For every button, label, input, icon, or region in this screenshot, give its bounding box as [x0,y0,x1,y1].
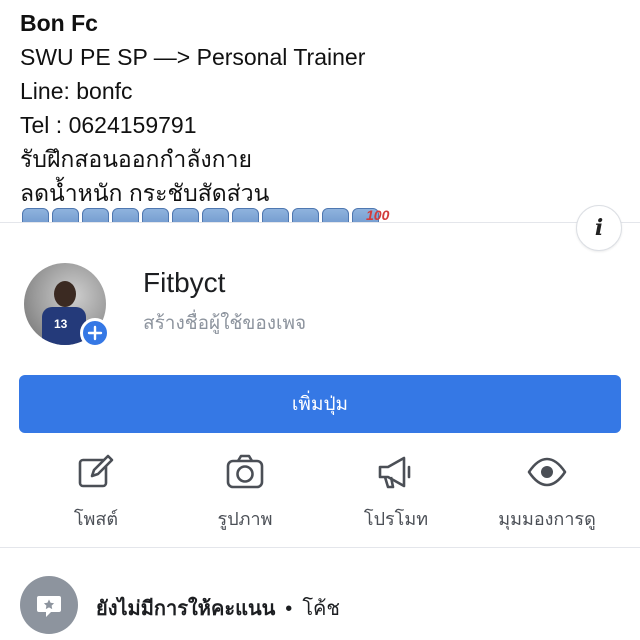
digit-emoji [112,208,139,222]
digit-emoji [232,208,259,222]
rating-row[interactable]: ยังไม่มีการให้คะแนน • โค้ช [96,592,340,624]
info-icon: i [594,215,604,241]
eye-icon [527,457,567,487]
edit-icon [78,454,114,488]
add-photo-button[interactable] [80,318,110,348]
action-bar: โพสต์ รูปภาพ โปรโมท มุมมองการดู [0,452,640,532]
post-label: โพสต์ [73,509,119,529]
cover-line-title: Bon Fc [20,10,98,36]
digit-emoji [52,208,79,222]
divider [0,222,640,223]
add-button[interactable]: เพิ่มปุ่ม [19,375,621,433]
digit-emoji-row [22,208,379,222]
megaphone-icon [378,456,411,489]
create-username-link[interactable]: สร้างชื่อผู้ใช้ของเพจ [143,308,306,338]
digit-emoji [172,208,199,222]
camera-icon [226,454,264,489]
cover-line-service-2: ลดน้ำหนัก กระชับสัดส่วน [20,180,270,206]
divider [0,547,640,548]
view-as-button[interactable]: มุมมองการดู [477,452,617,533]
photo-label: รูปภาพ [217,509,273,529]
rating-status: ยังไม่มีการให้คะแนน [96,598,276,620]
cover-photo[interactable]: Bon Fc SWU PE SP —> Personal Trainer Lin… [0,0,640,222]
cover-text: Bon Fc SWU PE SP —> Personal Trainer Lin… [20,6,365,210]
digit-emoji [202,208,229,222]
page-category: โค้ช [302,598,341,620]
star-speech-bubble-icon [37,596,61,617]
cover-line-subtitle: SWU PE SP —> Personal Trainer [20,44,366,70]
cover-line-line-id: Line: bonfc [20,78,133,104]
avatar-head [54,281,76,307]
digit-emoji [322,208,349,222]
photo-button[interactable]: รูปภาพ [175,452,315,533]
plus-icon [87,325,103,341]
digit-emoji [22,208,49,222]
page-title: Fitbyct [143,267,226,298]
hundred-points-icon: 100 [366,207,390,222]
info-button[interactable]: i [576,205,622,251]
digit-emoji [142,208,169,222]
promote-button[interactable]: โปรโมท [326,452,466,533]
rating-icon [20,576,78,634]
digit-emoji [292,208,319,222]
view-as-label: มุมมองการดู [498,509,596,529]
cover-line-service: รับฝึกสอนออกกำลังกาย [20,146,252,172]
cover-line-tel: Tel : 0624159791 [20,112,197,138]
rating-separator: • [285,598,293,620]
digit-emoji [82,208,109,222]
promote-label: โปรโมท [363,509,429,529]
avatar-jersey-number: 13 [54,317,68,331]
post-button[interactable]: โพสต์ [26,452,166,533]
digit-emoji [262,208,289,222]
